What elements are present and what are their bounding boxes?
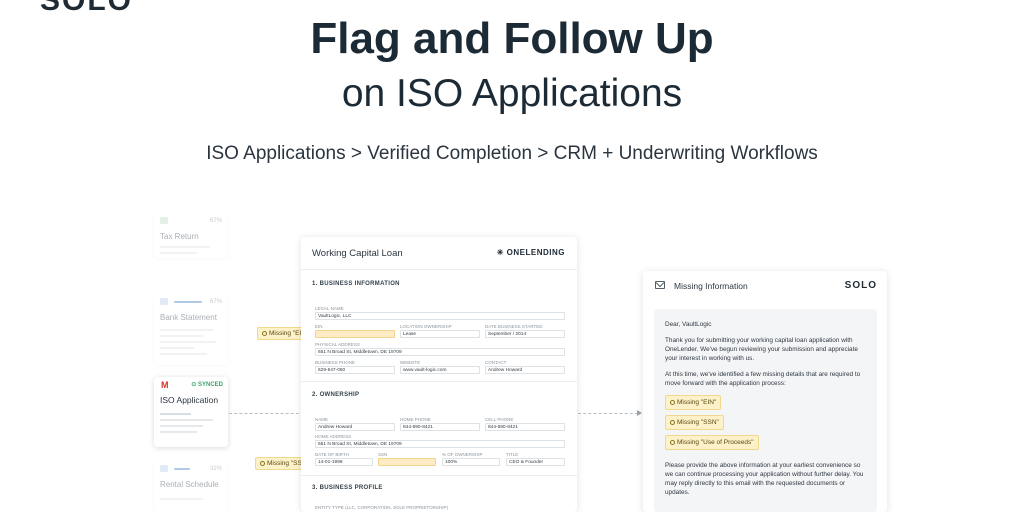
home-address-field[interactable]: Home Address 651 N Broad St, Middletown, … — [315, 434, 565, 448]
solo-logo: SOLO — [844, 280, 877, 291]
loan-application-form: Working Capital Loan ✳ ONELENDING 1. BUS… — [301, 237, 577, 512]
subheadline: on ISO Applications — [341, 72, 683, 115]
contact-field[interactable]: Contact Andrew Howard — [485, 360, 565, 374]
business-phone-field[interactable]: Business Phone 629-547-050 — [315, 360, 395, 374]
email-greeting: Dear, VaultLogic — [665, 321, 712, 328]
doc-card-title: Bank Statement — [160, 313, 217, 322]
email-paragraph: At this time, we've identified a few mis… — [665, 371, 861, 387]
progress-bar — [174, 301, 202, 303]
date-of-birth-field[interactable]: Date of Birth 14-01-1998 — [315, 452, 373, 466]
ssn-field[interactable]: SSN — [378, 452, 436, 466]
mail-icon — [655, 281, 665, 289]
progress-percent: 67% — [209, 218, 222, 224]
missing-item-tag: Missing "Use of Proceeds" — [665, 435, 759, 450]
section-ownership: 2. OWNERSHIP — [312, 392, 360, 398]
legal-name-field[interactable]: Legal Name VaultLogic, LLC — [315, 306, 565, 320]
owner-title-field[interactable]: Title CEO & Founder — [506, 452, 565, 466]
doc-card-iso-application[interactable]: M ⊙ SYNCED ISO Application — [154, 377, 228, 447]
section-business-profile: 3. BUSINESS PROFILE — [312, 485, 383, 491]
gmail-icon: M — [161, 380, 169, 390]
form-title: Working Capital Loan — [312, 248, 403, 259]
doc-card-title: Rental Schedule — [160, 480, 219, 489]
doc-card-title: Tax Return — [160, 232, 199, 241]
doc-card-bank-statement[interactable]: 67% Bank Statement — [154, 295, 228, 365]
email-header: Missing Information — [674, 281, 748, 291]
progress-percent: 32% — [209, 466, 222, 472]
synced-status: ⊙ SYNCED — [191, 382, 223, 388]
email-body: Dear, VaultLogic Thank you for submittin… — [654, 309, 877, 512]
connector-line — [578, 413, 638, 414]
arrow-icon — [637, 410, 642, 416]
location-ownership-field[interactable]: Location Ownership Lease — [400, 324, 480, 338]
missing-item-tag: Missing "SSN" — [665, 415, 724, 430]
document-icon — [160, 465, 168, 472]
bank-icon — [160, 298, 168, 305]
owner-name-field[interactable]: Name Andrew Howard — [315, 417, 395, 431]
website-field[interactable]: Website www.vault-logic.com — [400, 360, 480, 374]
progress-percent: 67% — [209, 299, 222, 305]
missing-info-email: Missing Information SOLO Dear, VaultLogi… — [643, 271, 887, 512]
email-paragraph: Please provide the above information at … — [665, 462, 864, 496]
ownership-percent-field[interactable]: % of Ownership 100% — [442, 452, 500, 466]
doc-card-rental-schedule[interactable]: 32% Rental Schedule — [154, 462, 228, 512]
cell-phone-field[interactable]: Cell Phone 844-590-8421 — [485, 417, 565, 431]
missing-item-tag: Missing "EIN" — [665, 395, 722, 410]
physical-address-field[interactable]: Physical Address 651 N Broad St, Middleto… — [315, 342, 565, 356]
entity-type-field[interactable]: ENTITY TYPE (LLC, CORPORATION, SOLE PROP… — [315, 505, 565, 511]
email-paragraph: Thank you for submitting your working ca… — [665, 337, 858, 362]
doc-card-title: ISO Application — [160, 395, 219, 405]
document-icon — [160, 217, 168, 224]
headline: Flag and Follow Up — [310, 14, 714, 63]
missing-items-list: Missing "EIN" Missing "SSN" Missing "Use… — [665, 395, 866, 455]
date-started-field[interactable]: Date Business Started September / 2014 — [485, 324, 565, 338]
doc-card-tax-return[interactable]: 67% Tax Return — [154, 214, 228, 258]
flow-breadcrumb: ISO Applications > Verified Completion >… — [206, 143, 818, 164]
ein-field[interactable]: EIN — [315, 324, 395, 338]
lender-logo: ✳ ONELENDING — [496, 248, 565, 257]
connector-line — [229, 413, 299, 414]
section-business-info: 1. BUSINESS INFORMATION — [312, 281, 400, 287]
progress-bar — [174, 468, 190, 470]
home-phone-field[interactable]: Home Phone 844-590-8421 — [400, 417, 480, 431]
